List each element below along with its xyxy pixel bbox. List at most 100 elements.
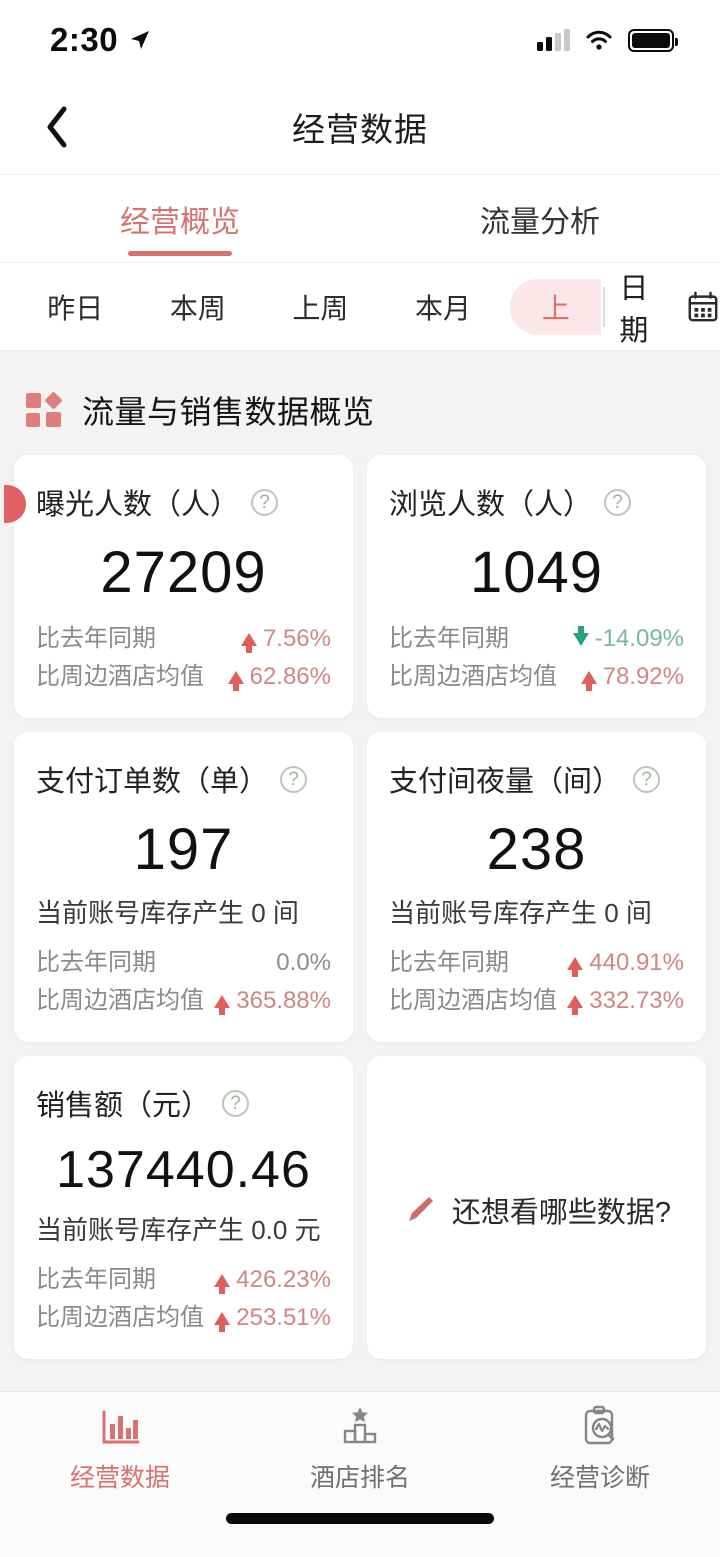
card-header: 销售额（元） ? [36, 1082, 331, 1124]
arrow-up-icon [240, 632, 257, 653]
navigation-bar: 经营数据 [0, 80, 720, 175]
nav-item-business-data[interactable]: 经营数据 [0, 1404, 240, 1509]
comparison-value-text: 78.92% [602, 663, 684, 690]
tab-overview[interactable]: 经营概览 [0, 175, 360, 262]
comparison-value-text: 365.88% [236, 987, 331, 1014]
comparison-label: 比去年同期 [36, 949, 156, 976]
comparison-value-text: 440.91% [589, 949, 684, 976]
card-title: 销售额（元） [36, 1090, 211, 1122]
arrow-up-icon [567, 994, 584, 1015]
comparison-label: 比周边酒店均值 [389, 987, 557, 1014]
card-header: 浏览人数（人） ? [389, 481, 684, 523]
comparison-row: 比周边酒店均值 62.86% [36, 658, 331, 696]
main-content[interactable]: 流量与销售数据概览 曝光人数（人） ? 27209 比去年同期 7.56% 比周… [0, 351, 720, 1391]
tab-overview-label: 经营概览 [120, 205, 240, 239]
metric-card-sales[interactable]: 销售额（元） ? 137440.46 当前账号库存产生 0.0 元 比去年同期 … [14, 1056, 353, 1359]
date-picker-button[interactable]: 日期 [619, 265, 720, 349]
section-title: 流量与销售数据概览 [82, 394, 375, 430]
four-squares-icon [26, 391, 64, 429]
metric-card-room-nights[interactable]: 支付间夜量（间） ? 238 当前账号库存产生 0 间 比去年同期 440.91… [367, 732, 706, 1042]
comparison-value: 440.91% [567, 944, 684, 982]
bottom-navigation: 经营数据 酒店排名 经营诊断 [0, 1391, 720, 1509]
home-indicator[interactable] [226, 1513, 494, 1524]
calendar-icon [688, 291, 718, 321]
comparison-row: 比去年同期 0.0% [36, 944, 331, 982]
card-header: 支付间夜量（间） ? [389, 758, 684, 800]
wifi-icon [586, 30, 612, 50]
tab-traffic-analysis[interactable]: 流量分析 [360, 175, 720, 262]
card-title: 支付订单数（单） [36, 766, 269, 798]
status-bar-left: 2:30 [50, 21, 152, 59]
comparison-label: 比去年同期 [389, 625, 509, 652]
card-title: 曝光人数（人） [36, 489, 240, 521]
card-value: 197 [133, 817, 234, 882]
comparison-value: 7.56% [240, 620, 331, 658]
metric-card-views[interactable]: 浏览人数（人） ? 1049 比去年同期 -14.09% 比周边酒店均值 78.… [367, 455, 706, 718]
app-screen: 2:30 经营数据 经营概览 流量分析 昨日 本周 上周 本月 上 日期 流量与… [0, 0, 720, 1557]
comparison-value: 0.0% [276, 944, 331, 982]
comparison-label: 比周边酒店均值 [36, 663, 204, 690]
comparison-row: 比去年同期 7.56% [36, 620, 331, 658]
section-header: 流量与销售数据概览 [0, 351, 720, 455]
card-comparison-rows: 比去年同期 440.91% 比周边酒店均值 332.73% [389, 930, 684, 1020]
location-arrow-icon [131, 31, 150, 49]
question-circle-icon[interactable]: ? [633, 765, 661, 793]
card-subtext: 当前账号库存产生 0.0 元 [36, 1215, 321, 1245]
arrow-up-icon [567, 956, 584, 977]
status-bar: 2:30 [0, 0, 720, 80]
home-indicator-area [0, 1509, 720, 1557]
card-value: 137440.46 [56, 1141, 311, 1199]
metric-card-exposure[interactable]: 曝光人数（人） ? 27209 比去年同期 7.56% 比周边酒店均值 62.8… [4, 455, 353, 718]
nav-item-hotel-ranking[interactable]: 酒店排名 [240, 1404, 480, 1509]
arrow-up-icon [214, 1273, 231, 1294]
comparison-value-text: -14.09% [594, 625, 684, 652]
metric-card-paid-orders[interactable]: 支付订单数（单） ? 197 当前账号库存产生 0 间 比去年同期 0.0% 比… [14, 732, 353, 1042]
card-comparison-rows: 比去年同期 426.23% 比周边酒店均值 253.51% [36, 1247, 331, 1337]
arrow-up-icon [214, 1311, 231, 1332]
filter-last-week[interactable]: 上周 [259, 287, 382, 327]
comparison-label: 比去年同期 [36, 625, 156, 652]
question-circle-icon[interactable]: ? [251, 488, 279, 516]
comparison-label: 比去年同期 [36, 1266, 156, 1293]
filter-this-month[interactable]: 本月 [382, 287, 505, 327]
question-circle-icon[interactable]: ? [222, 1089, 250, 1117]
status-bar-right [537, 28, 678, 52]
nav-item-business-diagnosis[interactable]: 经营诊断 [480, 1404, 720, 1509]
comparison-label: 比周边酒店均值 [36, 1304, 204, 1331]
card-comparison-rows: 比去年同期 0.0% 比周边酒店均值 365.88% [36, 930, 331, 1020]
question-circle-icon[interactable]: ? [280, 765, 308, 793]
comparison-value-text: 62.86% [249, 663, 331, 690]
comparison-row: 比周边酒店均值 332.73% [389, 982, 684, 1020]
nav-label-business-diagnosis: 经营诊断 [549, 1464, 650, 1492]
comparison-row: 比去年同期 -14.09% [389, 620, 684, 658]
card-highlight-marker [4, 485, 26, 523]
comparison-row: 比周边酒店均值 78.92% [389, 658, 684, 696]
feedback-text: 还想看哪些数据? [451, 1196, 672, 1229]
filter-yesterday[interactable]: 昨日 [14, 287, 137, 327]
status-time: 2:30 [50, 21, 119, 58]
bar-chart-icon [102, 1410, 140, 1444]
podium-star-icon [343, 1407, 377, 1444]
metric-card-grid: 曝光人数（人） ? 27209 比去年同期 7.56% 比周边酒店均值 62.8… [0, 455, 720, 1359]
clipboard-analysis-icon [584, 1405, 615, 1445]
card-value: 238 [486, 817, 587, 882]
comparison-label: 比周边酒店均值 [36, 987, 204, 1014]
comparison-value-text: 332.73% [589, 987, 684, 1014]
filter-last-month-selected[interactable]: 上 [510, 278, 602, 335]
card-value: 27209 [100, 540, 267, 605]
filter-this-week[interactable]: 本周 [137, 287, 260, 327]
feedback-card[interactable]: 还想看哪些数据? [367, 1056, 706, 1359]
date-picker-label: 日期 [619, 272, 649, 347]
comparison-value-text: 253.51% [236, 1304, 331, 1331]
back-button[interactable] [24, 80, 90, 174]
date-filter-bar: 昨日 本周 上周 本月 上 日期 [0, 263, 720, 351]
comparison-value-text: 426.23% [236, 1266, 331, 1293]
battery-icon [628, 28, 678, 52]
comparison-row: 比去年同期 426.23% [36, 1261, 331, 1299]
arrow-up-icon [580, 670, 597, 691]
arrow-up-icon [227, 670, 244, 691]
cellular-signal-icon [537, 29, 570, 51]
comparison-value: 426.23% [214, 1261, 331, 1299]
question-circle-icon[interactable]: ? [604, 488, 632, 516]
tab-bar: 经营概览 流量分析 [0, 175, 720, 263]
